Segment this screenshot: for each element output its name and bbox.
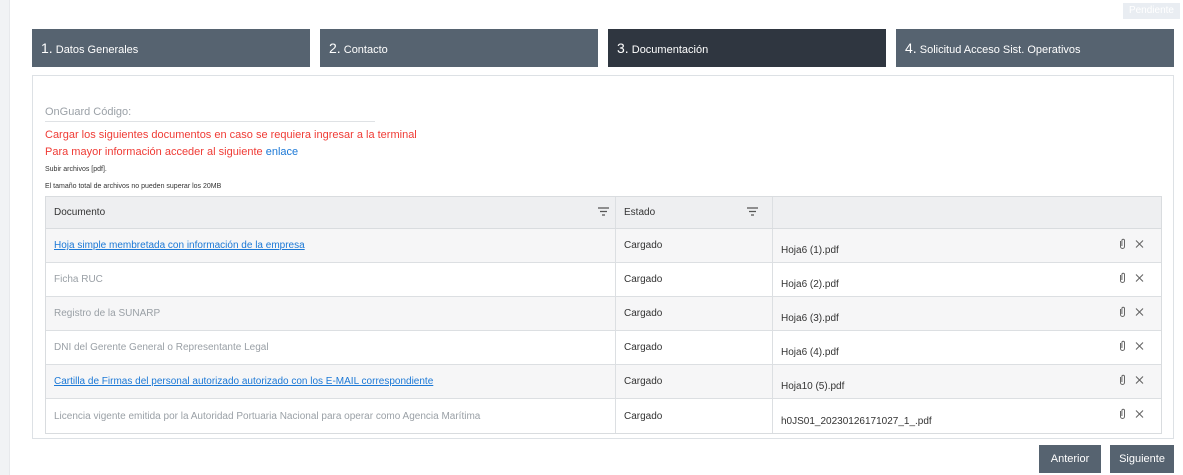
row-actions: [1117, 238, 1145, 250]
file-name: Hoja6 (3).pdf: [781, 313, 839, 324]
document-name: Ficha RUC: [54, 274, 103, 285]
column-header-document[interactable]: Documento: [46, 197, 616, 228]
file-cell: Hoja6 (3).pdf: [773, 297, 1163, 330]
state-value: Cargado: [624, 376, 663, 387]
file-name: Hoja10 (5).pdf: [781, 381, 845, 392]
row-actions: [1117, 374, 1145, 386]
more-info-notice: Para mayor información acceder al siguie…: [45, 146, 298, 158]
column-document-label: Documento: [54, 207, 106, 218]
document-link[interactable]: Hoja simple membretada con información d…: [54, 240, 305, 251]
close-icon[interactable]: [1134, 272, 1145, 284]
step-number: 3.: [617, 40, 629, 56]
documents-panel: OnGuard Código: Cargar los siguientes do…: [32, 75, 1174, 439]
more-info-link[interactable]: enlace: [266, 146, 298, 158]
file-name: Hoja6 (2).pdf: [781, 279, 839, 290]
close-icon[interactable]: [1134, 306, 1145, 318]
document-link[interactable]: Cartilla de Firmas del personal autoriza…: [54, 376, 433, 387]
paperclip-icon[interactable]: [1117, 306, 1128, 318]
more-info-text: Para mayor información acceder al siguie…: [45, 146, 266, 158]
state-cell: Cargado: [616, 263, 773, 296]
file-cell: Hoja6 (4).pdf: [773, 331, 1163, 364]
paperclip-icon[interactable]: [1117, 374, 1128, 386]
close-icon[interactable]: [1134, 238, 1145, 250]
state-cell: Cargado: [616, 229, 773, 262]
row-actions: [1117, 306, 1145, 318]
document-name: DNI del Gerente General o Representante …: [54, 342, 269, 353]
table-row: DNI del Gerente General o Representante …: [46, 331, 1161, 365]
row-actions: [1117, 272, 1145, 284]
close-icon[interactable]: [1134, 340, 1145, 352]
wizard-steps: 1. Datos Generales 2. Contacto 3. Docume…: [32, 29, 1174, 67]
next-button[interactable]: Siguiente: [1110, 445, 1174, 473]
state-value: Cargado: [624, 308, 663, 319]
table-row: Hoja simple membretada con información d…: [46, 229, 1161, 263]
document-cell: Registro de la SUNARP: [46, 297, 616, 330]
state-value: Cargado: [624, 342, 663, 353]
state-cell: Cargado: [616, 365, 773, 398]
table-row: Registro de la SUNARP Cargado Hoja6 (3).…: [46, 297, 1161, 331]
state-value: Cargado: [624, 410, 663, 422]
step-contacto[interactable]: 2. Contacto: [320, 29, 598, 67]
file-name: Hoja6 (4).pdf: [781, 347, 839, 358]
step-number: 1.: [41, 40, 53, 56]
column-header-file: [773, 197, 1163, 228]
column-state-label: Estado: [624, 207, 656, 218]
table-row: Ficha RUC Cargado Hoja6 (2).pdf: [46, 263, 1161, 297]
table-header: Documento Estado: [46, 197, 1161, 229]
required-docs-notice: Cargar los siguientes documentos en caso…: [45, 129, 417, 141]
documents-table: Documento Estado Hoja simple membretada …: [45, 196, 1162, 434]
document-cell: Hoja simple membretada con información d…: [46, 229, 616, 262]
state-cell: Cargado: [616, 399, 773, 433]
left-rail: [0, 0, 10, 475]
document-name: Registro de la SUNARP: [54, 308, 161, 319]
file-name: h0JS01_20230126171027_1_.pdf: [781, 415, 932, 427]
close-icon[interactable]: [1134, 374, 1145, 386]
step-documentacion[interactable]: 3. Documentación: [608, 29, 886, 67]
paperclip-icon[interactable]: [1117, 408, 1128, 420]
state-cell: Cargado: [616, 297, 773, 330]
file-cell: Hoja6 (1).pdf: [773, 229, 1163, 262]
document-cell: DNI del Gerente General o Representante …: [46, 331, 616, 364]
table-row: Cartilla de Firmas del personal autoriza…: [46, 365, 1161, 399]
file-cell: Hoja10 (5).pdf: [773, 365, 1163, 398]
close-icon[interactable]: [1134, 408, 1145, 420]
previous-button[interactable]: Anterior: [1039, 445, 1101, 473]
upload-types-note: Subir archivos [pdf].: [45, 166, 107, 173]
step-number: 2.: [329, 40, 341, 56]
file-cell: h0JS01_20230126171027_1_.pdf: [773, 399, 1163, 433]
row-actions: [1117, 408, 1145, 420]
filter-lines-icon[interactable]: [598, 207, 609, 216]
file-name: Hoja6 (1).pdf: [781, 245, 839, 256]
status-badge: Pendiente: [1122, 3, 1180, 19]
paperclip-icon[interactable]: [1117, 340, 1128, 352]
column-header-state[interactable]: Estado: [616, 197, 773, 228]
onguard-code-field[interactable]: [45, 121, 375, 122]
paperclip-icon[interactable]: [1117, 272, 1128, 284]
size-limit-note: El tamaño total de archivos no pueden su…: [45, 183, 222, 190]
step-label: Solicitud Acceso Sist. Operativos: [919, 44, 1081, 56]
file-cell: Hoja6 (2).pdf: [773, 263, 1163, 296]
step-label: Datos Generales: [55, 44, 139, 56]
state-value: Cargado: [624, 274, 663, 285]
step-datos-generales[interactable]: 1. Datos Generales: [32, 29, 310, 67]
document-name: Licencia vigente emitida por la Autorida…: [54, 410, 481, 422]
filter-lines-icon[interactable]: [747, 207, 758, 216]
step-label: Contacto: [343, 44, 388, 56]
step-number: 4.: [905, 40, 917, 56]
state-value: Cargado: [624, 240, 663, 251]
table-row: Licencia vigente emitida por la Autorida…: [46, 399, 1161, 433]
document-cell: Cartilla de Firmas del personal autoriza…: [46, 365, 616, 398]
state-cell: Cargado: [616, 331, 773, 364]
document-cell: Ficha RUC: [46, 263, 616, 296]
row-actions: [1117, 340, 1145, 352]
document-cell: Licencia vigente emitida por la Autorida…: [46, 399, 616, 433]
step-label: Documentación: [631, 44, 709, 56]
step-solicitud-acceso[interactable]: 4. Solicitud Acceso Sist. Operativos: [896, 29, 1174, 67]
paperclip-icon[interactable]: [1117, 238, 1128, 250]
onguard-code-label: OnGuard Código:: [45, 106, 132, 118]
